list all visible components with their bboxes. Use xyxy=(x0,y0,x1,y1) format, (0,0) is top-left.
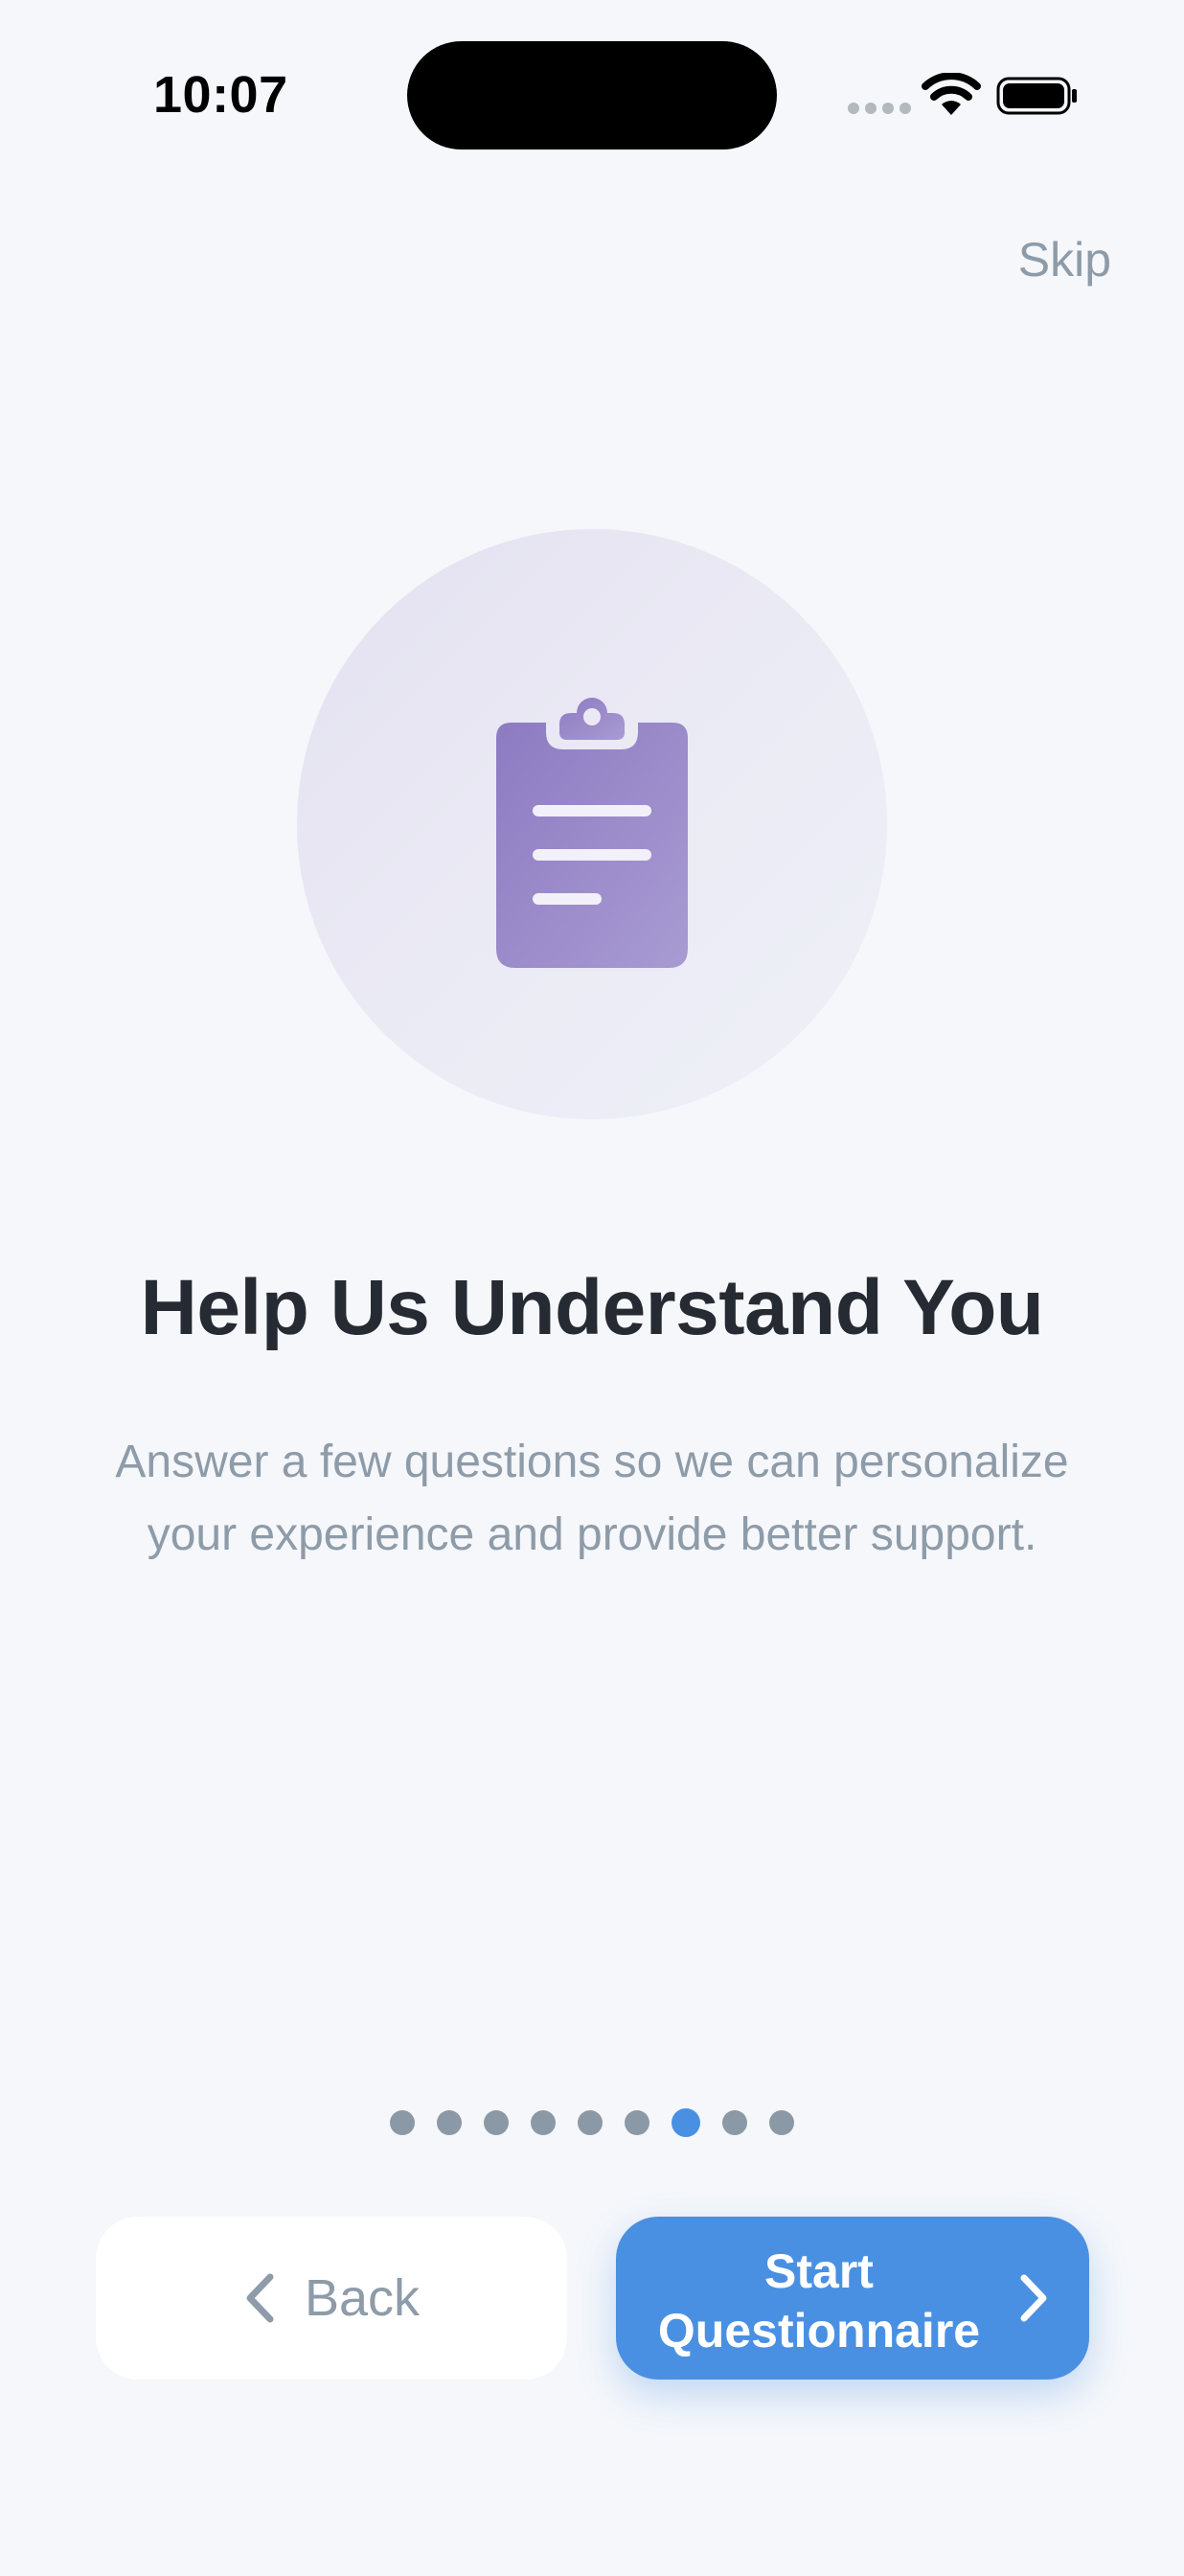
battery-icon xyxy=(996,77,1077,115)
start-button-label-line1: Start xyxy=(764,2244,874,2298)
start-button-label-line2: Questionnaire xyxy=(657,2304,981,2358)
status-bar: 10:07 xyxy=(0,0,1184,192)
page-title: Help Us Understand You xyxy=(140,1264,1044,1351)
start-questionnaire-button[interactable]: Start Questionnaire xyxy=(616,2217,1089,2380)
cellular-signal-icon xyxy=(848,103,911,114)
page-dot xyxy=(722,2110,747,2135)
page-dot xyxy=(437,2110,462,2135)
page-dot xyxy=(625,2110,649,2135)
page-dot xyxy=(390,2110,415,2135)
page-dot xyxy=(578,2110,603,2135)
status-time: 10:07 xyxy=(153,66,288,124)
page-dot xyxy=(484,2110,509,2135)
wifi-icon xyxy=(922,73,981,115)
start-button-label: Start Questionnaire xyxy=(616,2242,1022,2360)
chevron-right-icon xyxy=(1020,2274,1047,2322)
skip-button[interactable]: Skip xyxy=(1018,232,1111,288)
back-button[interactable]: Back xyxy=(96,2217,567,2380)
page-dot xyxy=(769,2110,794,2135)
page-dot xyxy=(531,2110,556,2135)
clipboard-icon xyxy=(496,698,688,968)
page-dot-active xyxy=(672,2108,700,2137)
page-indicator xyxy=(0,2108,1184,2137)
back-button-label: Back xyxy=(304,2269,421,2327)
chevron-left-icon xyxy=(246,2273,274,2323)
dynamic-island xyxy=(407,41,777,150)
page-description: Answer a few questions so we can persona… xyxy=(115,1437,1069,1560)
